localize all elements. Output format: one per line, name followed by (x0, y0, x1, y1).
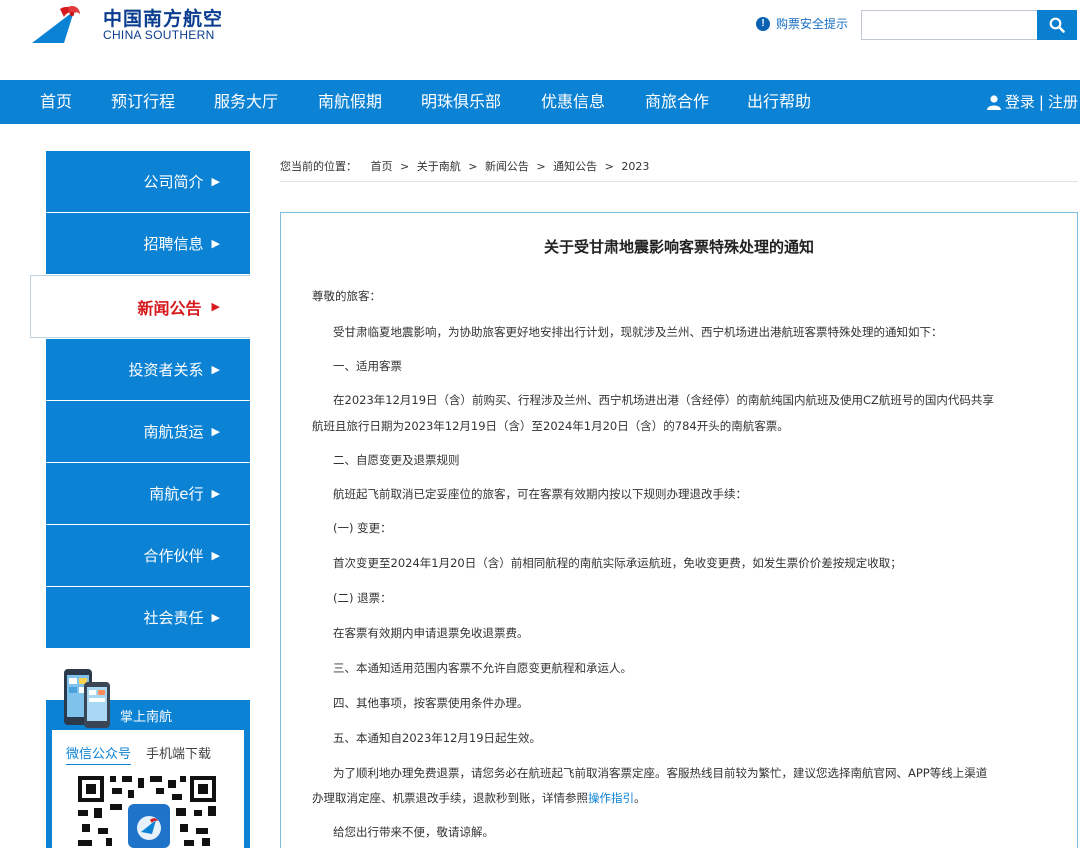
article-subsection-heading: (二) 退票： (333, 591, 392, 605)
login-link[interactable]: 登录 (1005, 80, 1035, 124)
breadcrumb-item-year[interactable]: 2023 (621, 160, 649, 173)
article-paragraph: 首次变更至2024年1月20日（含）前相同航程的南航实际承运航班，免收变更费，如… (333, 556, 902, 570)
logo-english-name[interactable]: CHINA SOUTHERN (103, 28, 215, 42)
smartphone-icon (64, 669, 110, 728)
search-input[interactable] (861, 10, 1037, 40)
sidebar-item-social-responsibility[interactable]: 社会责任 ▶ (46, 587, 250, 648)
article-paragraph: 在2023年12月19日（含）前购买、行程涉及兰州、西宁机场进出港（含经停）的南… (333, 393, 994, 407)
nav-item-offers[interactable]: 优惠信息 (541, 80, 605, 124)
sidebar-item-company-profile[interactable]: 公司简介 ▶ (46, 151, 250, 212)
article-section-heading: 四、其他事项，按客票使用条件办理。 (333, 696, 529, 710)
article-section-heading: 五、本通知自2023年12月19日起生效。 (333, 731, 542, 745)
article-paragraph: 为了顺利地办理免费退票，请您务必在航班起飞前取消客票定座。客服热线目前较为繁忙，… (333, 766, 988, 780)
qr-code-icon (76, 772, 222, 848)
nav-item-pearl-club[interactable]: 明珠俱乐部 (421, 80, 501, 124)
sidebar-item-investor-relations[interactable]: 投资者关系 ▶ (46, 339, 250, 400)
triangle-right-icon: ▶ (211, 237, 220, 250)
nav-item-holidays[interactable]: 南航假期 (318, 80, 382, 124)
alert-icon: ! (756, 16, 770, 31)
sidebar-item-news-active[interactable]: 新闻公告 ▶ (30, 275, 250, 338)
triangle-right-icon: ▶ (211, 611, 220, 624)
tab-wechat-account[interactable]: 微信公众号 (66, 743, 132, 765)
nav-item-help[interactable]: 出行帮助 (747, 80, 811, 124)
article-section-heading: 一、适用客票 (333, 359, 402, 373)
article-panel (280, 212, 1078, 848)
breadcrumb-item-notices[interactable]: 通知公告 (553, 160, 597, 173)
article-paragraph: 受甘肃临夏地震影响，为协助旅客更好地安排出行计划，现就涉及兰州、西宁机场进出港航… (333, 325, 943, 339)
safety-tip-link[interactable]: ! 购票安全提示 (756, 15, 848, 32)
sidebar-item-label: 新闻公告 (137, 298, 202, 318)
breadcrumb-prefix: 您当前的位置： (280, 160, 357, 173)
breadcrumb-item-home[interactable]: 首页 (371, 160, 393, 173)
breadcrumb-separator: > (604, 160, 614, 173)
magnifier-icon (1049, 17, 1065, 33)
user-icon (986, 95, 1001, 110)
article-section-heading: 二、自愿变更及退票规则 (333, 453, 460, 467)
breadcrumb: 您当前的位置： 首页 > 关于南航 > 新闻公告 > 通知公告 > 2023 (280, 158, 653, 174)
article-closing: 给您出行带来不便，敬请谅解。 (333, 825, 494, 839)
sidebar-item-cargo[interactable]: 南航货运 ▶ (46, 401, 250, 462)
breadcrumb-separator: > (536, 160, 546, 173)
sidebar-item-label: 投资者关系 (128, 361, 204, 379)
triangle-right-icon: ▶ (211, 363, 220, 376)
article-paragraph: 航班且旅行日期为2023年12月19日（含）至2024年1月20日（含）的784… (312, 419, 789, 433)
safety-tip-label: 购票安全提示 (776, 17, 849, 31)
article-text: 办理取消定座、机票退改手续，退款秒到账，详情参照 (312, 791, 588, 805)
app-panel-title: 掌上南航 (120, 710, 173, 725)
sidebar-item-label: 招聘信息 (143, 235, 204, 253)
sidebar-item-label: 合作伙伴 (143, 547, 204, 565)
sidebar-item-e-travel[interactable]: 南航e行 ▶ (46, 463, 250, 524)
article-section-heading: 三、本通知适用范围内客票不允许自愿变更航程和承运人。 (333, 661, 632, 675)
breadcrumb-item-news[interactable]: 新闻公告 (485, 160, 529, 173)
sidebar-item-partners[interactable]: 合作伙伴 ▶ (46, 525, 250, 586)
nav-item-business[interactable]: 商旅合作 (645, 80, 709, 124)
logo-chinese-name[interactable]: 中国南方航空 (103, 4, 223, 31)
sidebar-item-label: 社会责任 (143, 609, 204, 627)
account-links: 登录 | 注册 (986, 80, 1078, 124)
breadcrumb-divider (280, 181, 1078, 182)
breadcrumb-separator: > (400, 160, 410, 173)
sidebar-item-label: 公司简介 (143, 173, 204, 191)
site-header: 中国南方航空 CHINA SOUTHERN ! 购票安全提示 (0, 0, 1080, 80)
kapok-logo-icon[interactable] (30, 5, 90, 45)
triangle-right-icon: ▶ (211, 549, 220, 562)
triangle-right-icon: ▶ (211, 425, 220, 438)
nav-item-booking[interactable]: 预订行程 (111, 80, 175, 124)
triangle-right-icon: ▶ (211, 175, 220, 188)
triangle-right-icon: ▶ (211, 487, 220, 500)
sidebar-item-careers[interactable]: 招聘信息 ▶ (46, 213, 250, 274)
article-text: 。 (634, 791, 646, 805)
article-paragraph-with-link: 办理取消定座、机票退改手续，退款秒到账，详情参照操作指引。 (312, 789, 646, 807)
operation-guide-link[interactable]: 操作指引 (588, 791, 634, 805)
main-nav: 首页 预订行程 服务大厅 南航假期 明珠俱乐部 优惠信息 商旅合作 出行帮助 登… (0, 80, 1080, 124)
breadcrumb-item-about[interactable]: 关于南航 (417, 160, 461, 173)
breadcrumb-separator: > (468, 160, 478, 173)
article-title: 关于受甘肃地震影响客票特殊处理的通知 (543, 238, 814, 256)
sidebar-item-label: 南航货运 (143, 423, 204, 441)
article-greeting: 尊敬的旅客： (312, 289, 381, 303)
sidebar-item-label: 南航e行 (149, 485, 204, 503)
nav-item-service[interactable]: 服务大厅 (214, 80, 278, 124)
article-subsection-heading: (一) 变更： (333, 521, 392, 535)
search-button[interactable] (1037, 10, 1077, 40)
login-register-separator: | (1038, 93, 1044, 111)
register-link[interactable]: 注册 (1048, 80, 1078, 124)
article-paragraph: 在客票有效期内申请退票免收退票费。 (333, 626, 529, 640)
nav-item-home[interactable]: 首页 (40, 80, 72, 124)
triangle-right-icon: ▶ (211, 300, 220, 313)
tab-mobile-download[interactable]: 手机端下载 (146, 743, 211, 762)
article-paragraph: 航班起飞前取消已定妥座位的旅客，可在客票有效期内按以下规则办理退改手续： (333, 487, 747, 501)
